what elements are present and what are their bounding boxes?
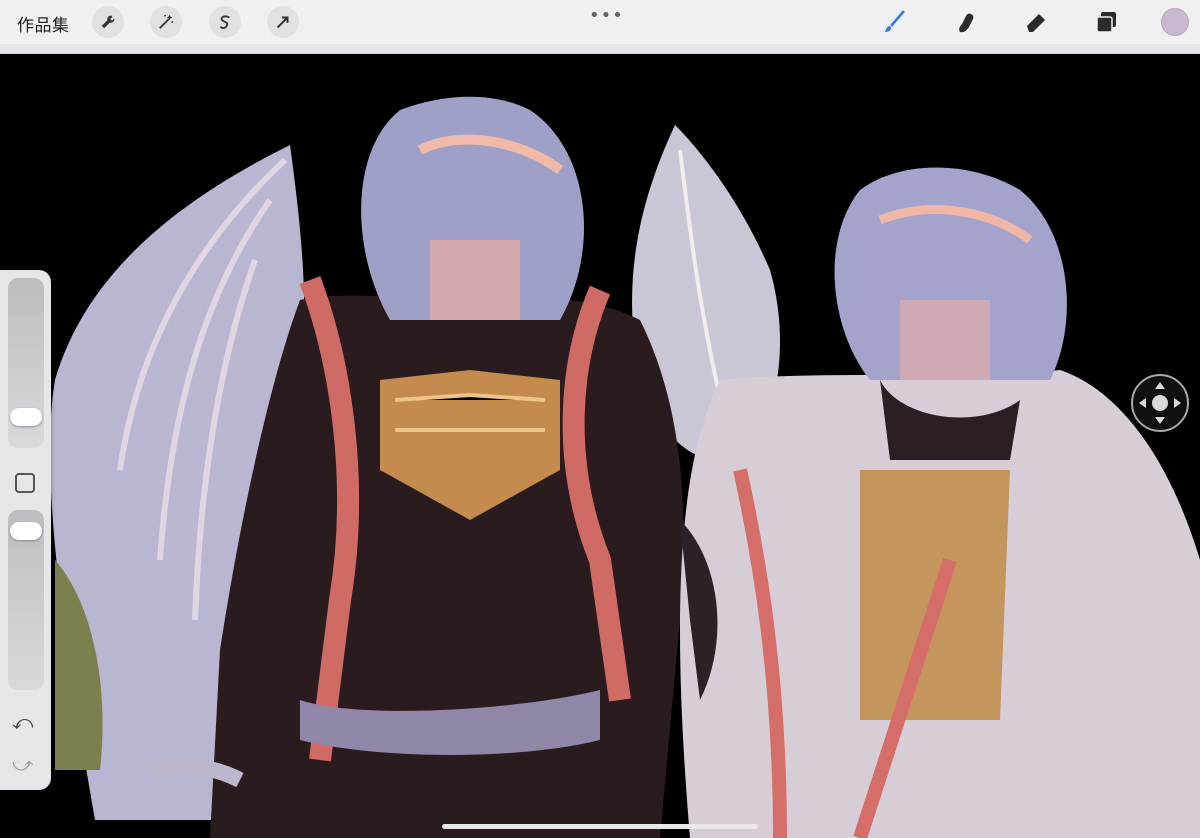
move-joystick-control[interactable] xyxy=(1131,374,1189,432)
brush-size-slider[interactable] xyxy=(8,278,44,448)
top-toolbar: 作品集 ••• xyxy=(0,0,1200,45)
canvas-top-edge xyxy=(0,44,1200,54)
undo-arrow-icon[interactable]: ⤺ xyxy=(12,710,33,734)
redo-arrow-icon[interactable]: ⤻ xyxy=(12,752,33,776)
dpad-icon xyxy=(1139,382,1181,424)
selection-icon[interactable] xyxy=(209,6,241,38)
gallery-button[interactable]: 作品集 xyxy=(17,11,70,36)
artwork-canvas[interactable] xyxy=(0,54,1200,838)
artwork-illustration xyxy=(49,96,1200,838)
brush-size-knob[interactable] xyxy=(10,408,42,426)
modify-button-square-icon[interactable] xyxy=(15,473,35,493)
more-options-icon[interactable]: ••• xyxy=(589,5,624,26)
brush-icon[interactable] xyxy=(879,7,909,37)
opacity-slider[interactable] xyxy=(8,510,44,690)
smudge-icon[interactable] xyxy=(950,7,980,37)
opacity-knob[interactable] xyxy=(10,522,42,540)
actions-wrench-icon[interactable] xyxy=(92,6,124,38)
transform-arrow-icon[interactable] xyxy=(267,6,299,38)
layers-icon[interactable] xyxy=(1091,7,1121,37)
home-indicator[interactable] xyxy=(442,824,758,829)
eraser-icon[interactable] xyxy=(1021,7,1051,37)
adjustments-magic-wand-icon[interactable] xyxy=(150,6,182,38)
color-picker-swatch[interactable] xyxy=(1161,8,1189,36)
brush-sidebar: ⤺ ⤻ xyxy=(0,270,51,790)
